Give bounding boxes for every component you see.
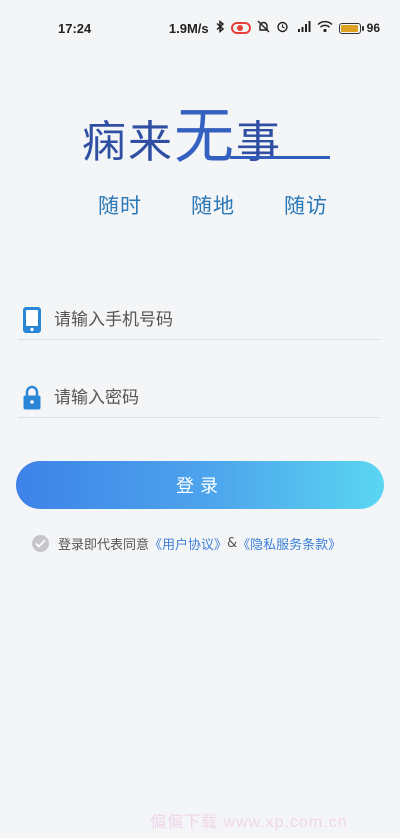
agreement-separator: & <box>227 535 238 551</box>
password-field <box>18 378 380 418</box>
user-agreement-link[interactable]: 《用户协议》 <box>149 534 227 553</box>
password-input[interactable] <box>54 380 380 415</box>
logo-underline <box>230 156 330 159</box>
app-logo: 痫 来 无 事 随时 随地 随访 <box>82 92 332 222</box>
battery-percent: 96 <box>366 21 380 35</box>
mute-icon <box>257 20 270 36</box>
record-icon <box>230 22 251 34</box>
check-icon <box>35 539 46 548</box>
logo-tagline: 随时 随地 随访 <box>98 190 328 220</box>
phone-field <box>18 300 380 340</box>
net-speed: 1.9M/s <box>168 20 209 36</box>
privacy-link[interactable]: 《隐私服务条款》 <box>237 534 341 553</box>
login-button[interactable]: 登录 <box>16 461 384 509</box>
logo-char: 事 <box>236 117 282 168</box>
logo-char: 无 <box>174 102 236 172</box>
phone-icon <box>18 304 46 336</box>
watermark: 偏偏下载 www.xp.com.cn <box>150 814 348 831</box>
status-time: 17:24 <box>58 20 92 36</box>
tagline-item: 随地 <box>191 194 235 218</box>
alarm-icon <box>276 20 289 36</box>
tagline-item: 随访 <box>284 194 328 218</box>
tagline-item: 随时 <box>98 194 142 218</box>
lock-icon <box>18 382 46 414</box>
logo-char: 痫 <box>82 117 128 168</box>
wifi-icon <box>317 20 333 36</box>
battery-fill <box>340 24 358 32</box>
agreement-prefix: 登录即代表同意 <box>58 537 150 553</box>
agreement-checkbox[interactable] <box>32 534 49 552</box>
hd-signal-icon <box>295 20 311 36</box>
status-bar: 17:24 1.9M/s 96 <box>0 0 400 56</box>
battery-icon <box>338 22 364 34</box>
phone-input[interactable] <box>54 302 380 337</box>
bluetooth-icon <box>215 19 225 36</box>
logo-char: 来 <box>128 117 174 168</box>
status-icons: 1.9M/s 96 <box>168 19 380 36</box>
agreement-row: 登录即代表同意 《用户协议》 & 《隐私服务条款》 <box>32 532 341 554</box>
logo-title: 痫 来 无 事 <box>82 102 282 172</box>
